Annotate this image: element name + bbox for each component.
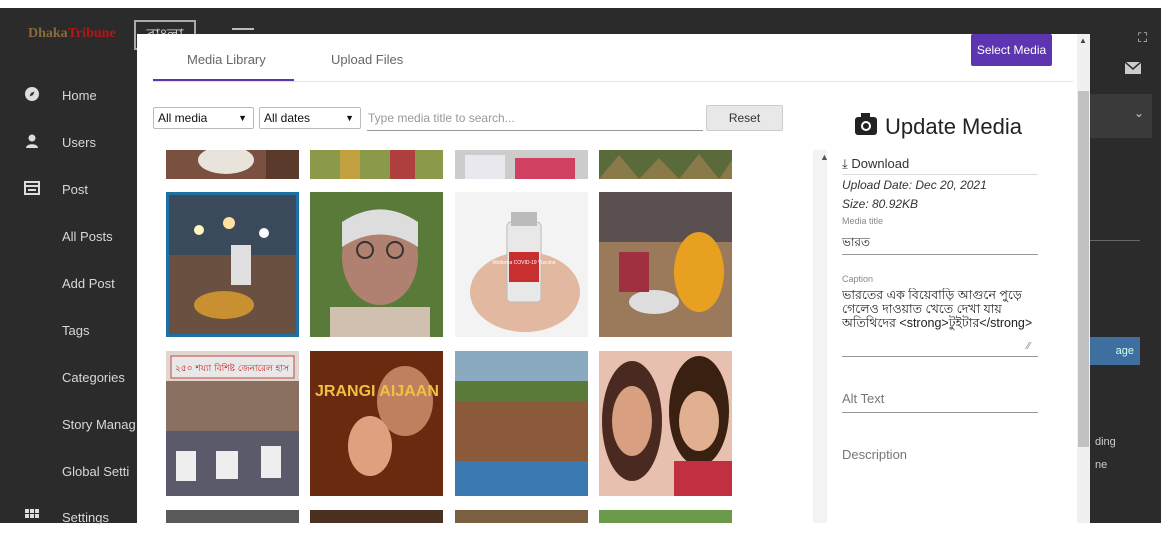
- sidebar-item-label: Users: [62, 135, 96, 150]
- background-text: ne: [1095, 459, 1108, 471]
- grid-scrollbar[interactable]: [813, 150, 827, 523]
- divider: [842, 174, 1038, 175]
- media-thumbnail[interactable]: [599, 351, 732, 496]
- alt-text-input[interactable]: Alt Text: [842, 391, 884, 406]
- background-button[interactable]: age: [1090, 337, 1140, 365]
- sidebar-item-label: Home: [62, 88, 97, 103]
- top-strip: [0, 0, 1161, 8]
- media-type-select[interactable]: All media ▼: [153, 107, 254, 129]
- sidebar-item-label: Post: [62, 182, 89, 197]
- select-media-button[interactable]: Select Media: [971, 34, 1052, 66]
- user-icon: [24, 133, 40, 149]
- sidebar-item-label: Add Post: [62, 276, 115, 291]
- brand-part2: Tribune: [67, 26, 116, 41]
- update-media-title: Update Media: [855, 113, 1022, 140]
- media-thumbnail[interactable]: JRANGI AIJAAN: [310, 351, 443, 496]
- media-type-value: All media: [158, 111, 208, 125]
- chevron-down-icon: ▼: [238, 113, 247, 123]
- sidebar-item-users[interactable]: Users: [0, 123, 150, 163]
- sidebar-item-label: Global Setti: [62, 464, 130, 479]
- scroll-up-arrow[interactable]: ▲: [1079, 36, 1087, 45]
- media-thumbnail[interactable]: [310, 510, 443, 523]
- tab-upload-files[interactable]: Upload Files: [331, 52, 403, 67]
- chevron-down-icon: ▼: [345, 113, 354, 123]
- search-input[interactable]: Type media title to search...: [367, 107, 703, 131]
- camera-icon: [855, 113, 877, 135]
- brand-part1: Dhaka: [28, 26, 68, 41]
- media-thumbnail[interactable]: [599, 192, 732, 337]
- media-thumbnail[interactable]: [599, 510, 732, 523]
- background-select[interactable]: ⌄: [1090, 94, 1152, 138]
- media-title-input[interactable]: ভারত: [842, 234, 870, 254]
- mail-icon: [1124, 61, 1142, 77]
- sidebar-item-settings[interactable]: Settings: [0, 498, 150, 538]
- brand-logo[interactable]: DhakaTribune: [28, 26, 116, 42]
- media-thumbnail[interactable]: Moderna COVID-19 Vaccine: [455, 192, 588, 337]
- upload-date: Upload Date: Dec 20, 2021: [842, 178, 987, 192]
- poster-text: JRANGI AIJAAN: [315, 383, 439, 400]
- sidebar: Home Users Post All Posts Add Post Tags …: [0, 58, 150, 525]
- input-underline: [842, 356, 1038, 357]
- sidebar-item-categories[interactable]: Categories: [0, 358, 150, 398]
- expand-icon[interactable]: ⛶: [1138, 30, 1147, 46]
- background-right-panel: ⌄ age ding ne: [1090, 58, 1161, 523]
- download-label: Download: [851, 156, 910, 171]
- resize-handle-icon[interactable]: ⁄⁄: [1027, 341, 1030, 352]
- update-media-label: Update Media: [885, 114, 1022, 139]
- sidebar-item-add-post[interactable]: Add Post: [0, 264, 150, 304]
- description-input[interactable]: Description: [842, 447, 907, 462]
- sign-text: ২৫০ শয্যা বিশিষ্ট জেনারেল হাস: [175, 363, 290, 374]
- scrollbar-thumb[interactable]: [1078, 91, 1089, 447]
- tabs-divider: [153, 81, 1073, 82]
- media-thumbnail-selected[interactable]: [166, 192, 299, 337]
- media-thumbnail[interactable]: [599, 150, 732, 179]
- media-thumbnail[interactable]: [310, 150, 443, 179]
- sidebar-item-story-manager[interactable]: Story Manag: [0, 405, 150, 445]
- modal-scrollbar[interactable]: ▲: [1077, 34, 1090, 523]
- reset-button[interactable]: Reset: [706, 105, 783, 131]
- download-icon: ⤓: [842, 156, 848, 171]
- sidebar-item-all-posts[interactable]: All Posts: [0, 217, 150, 257]
- chevron-down-icon: ⌄: [1133, 106, 1144, 120]
- dates-select[interactable]: All dates ▼: [259, 107, 361, 129]
- input-underline: [842, 254, 1038, 255]
- sidebar-item-tags[interactable]: Tags: [0, 311, 150, 351]
- scroll-up-arrow[interactable]: ▲: [820, 152, 829, 162]
- caption-textarea[interactable]: ভারতের এক বিয়েবাড়ি আগুনে পুড়ে গেলেও দ…: [842, 288, 1038, 356]
- tab-media-library[interactable]: Media Library: [187, 52, 266, 67]
- media-thumbnail[interactable]: [455, 150, 588, 179]
- media-thumbnail[interactable]: [166, 510, 299, 523]
- dates-value: All dates: [264, 111, 311, 125]
- divider: [1090, 240, 1140, 241]
- media-modal: Media Library Upload Files Select Media …: [137, 34, 1077, 523]
- caption-label: Caption: [842, 274, 874, 284]
- sidebar-item-label: Tags: [62, 323, 90, 338]
- sidebar-item-label: All Posts: [62, 229, 113, 244]
- compass-icon: [24, 86, 40, 102]
- file-size: Size: 80.92KB: [842, 197, 919, 211]
- input-underline: [842, 412, 1038, 413]
- background-text: ding: [1095, 436, 1116, 448]
- media-thumbnail[interactable]: [310, 192, 443, 337]
- media-title-label: Media title: [842, 216, 884, 226]
- media-thumbnail[interactable]: [166, 150, 299, 179]
- media-thumbnail[interactable]: [455, 351, 588, 496]
- media-thumbnail[interactable]: ২৫০ শয্যা বিশিষ্ট জেনারেল হাস: [166, 351, 299, 496]
- sidebar-item-label: Categories: [62, 370, 125, 385]
- download-link[interactable]: ⤓ Download: [842, 156, 909, 172]
- post-icon: [24, 180, 40, 196]
- vaccine-label: Moderna COVID-19 Vaccine: [493, 260, 556, 266]
- sidebar-item-global-settings[interactable]: Global Setti: [0, 452, 150, 492]
- sidebar-item-post[interactable]: Post: [0, 170, 150, 210]
- media-thumbnail[interactable]: [455, 510, 588, 523]
- sidebar-item-home[interactable]: Home: [0, 76, 150, 116]
- grid-icon: [24, 508, 40, 524]
- sidebar-item-label: Story Manag: [62, 417, 136, 432]
